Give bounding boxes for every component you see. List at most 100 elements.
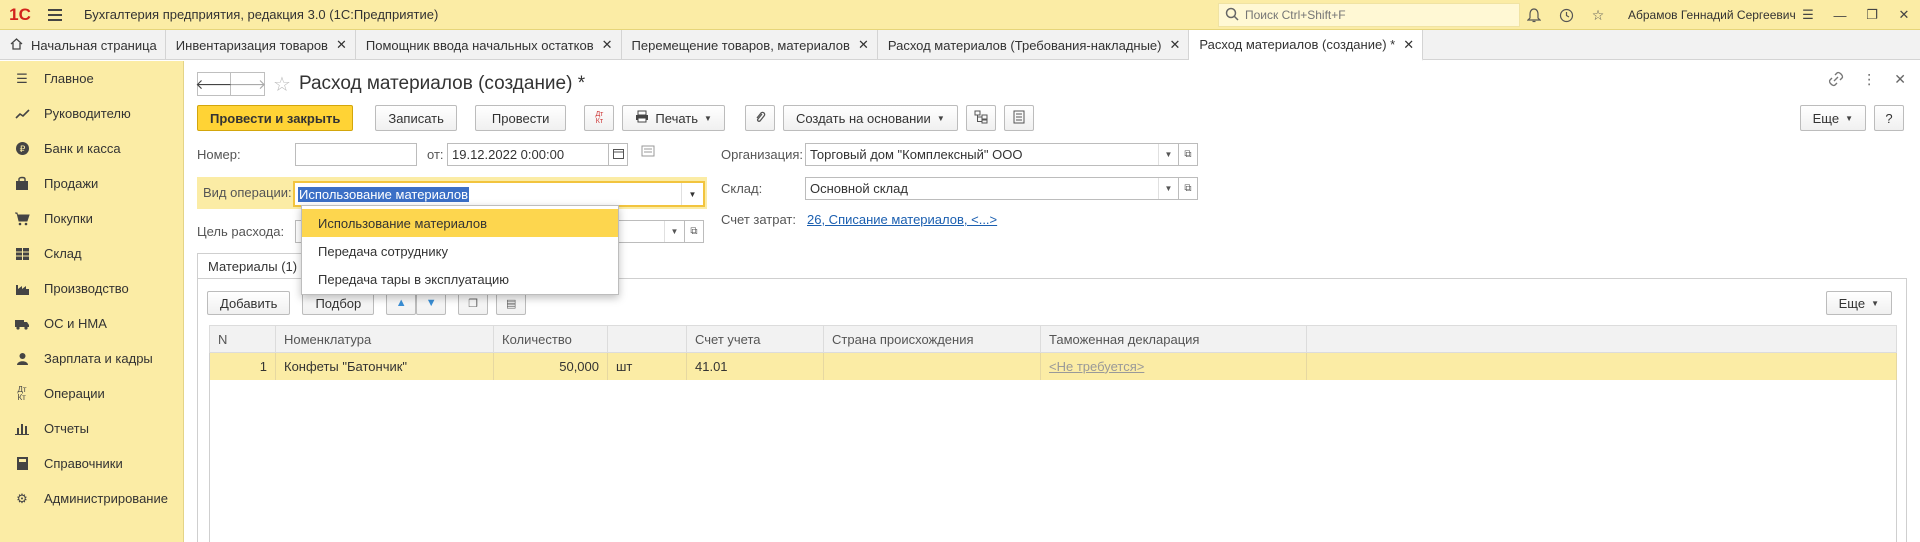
item-cell[interactable]: Конфеты "Батончик" [275,352,494,380]
chevron-down-icon[interactable]: ▼ [1158,178,1178,199]
date-field[interactable]: 19.12.2022 0:00:00 [447,143,609,166]
sidebar-item-fixed-assets[interactable]: ОС и НМА [0,306,183,341]
column-header[interactable]: Количество [493,325,608,353]
customs-cell[interactable]: <Не требуется> [1040,352,1307,380]
close-tab-icon[interactable]: ✕ [858,37,869,53]
number-field[interactable] [295,143,417,166]
search-input[interactable] [1245,8,1505,22]
tab-material-requisitions[interactable]: Расход материалов (Требования-накладные)… [878,30,1190,60]
sidebar-item-reports[interactable]: Отчеты [0,411,183,446]
tab-materials[interactable]: Материалы (1) [197,253,309,279]
warehouse-field[interactable]: Основной склад ▼ [805,177,1179,200]
app-logo: 1С [9,4,31,24]
chevron-down-icon[interactable]: ▼ [1158,144,1178,165]
calendar-icon [612,148,624,162]
purpose-open-button[interactable]: ⧉ [684,220,704,243]
tab-goods-transfer[interactable]: Перемещение товаров, материалов ✕ [622,30,878,60]
more-actions-icon[interactable]: ⋮ [1862,71,1876,90]
organization-open-button[interactable]: ⧉ [1178,143,1198,166]
column-header[interactable]: Таможенная декларация [1040,325,1307,353]
search-box[interactable] [1218,3,1520,27]
unit-cell[interactable]: шт [607,352,687,380]
dropdown-option[interactable]: Передача сотруднику [302,237,618,265]
quantity-cell[interactable]: 50,000 [493,352,608,380]
favorites-star-icon[interactable]: ☆ [1589,6,1607,24]
sidebar-item-directories[interactable]: Справочники [0,446,183,481]
sidebar-item-operations[interactable]: Дт Кт Операции [0,376,183,411]
operation-type-field[interactable]: Использование материалов ▼ [293,181,705,207]
minimize-icon[interactable]: — [1824,8,1856,23]
back-button[interactable]: 🡐 [195,72,233,96]
add-row-button[interactable]: Добавить [207,291,291,315]
comment-icon[interactable] [641,145,655,160]
tab-material-consumption-new[interactable]: Расход материалов (создание) * ✕ [1189,30,1424,61]
history-icon[interactable] [1557,6,1575,24]
sidebar-item-manager[interactable]: Руководителю [0,96,183,131]
help-button[interactable]: ? [1874,105,1904,131]
sidebar-item-bank[interactable]: ₽ Банк и касса [0,131,183,166]
dropdown-option[interactable]: Использование материалов [302,209,618,237]
attach-button[interactable] [744,105,775,131]
favorite-star-icon[interactable]: ☆ [273,72,291,97]
sidebar-item-purchases[interactable]: Покупки [0,201,183,236]
sidebar-item-payroll[interactable]: Зарплата и кадры [0,341,183,376]
warehouse-open-button[interactable]: ⧉ [1178,177,1198,200]
close-tab-icon[interactable]: ✕ [1403,37,1414,53]
more-button[interactable]: Еще ▼ [1799,105,1866,131]
sidebar-item-label: Руководителю [44,106,131,121]
sidebar-item-warehouse[interactable]: Склад [0,236,183,271]
sidebar-item-label: ОС и НМА [44,316,107,331]
sidebar-item-label: Главное [44,71,94,86]
truck-icon [14,316,30,332]
menu-icon[interactable] [40,0,70,30]
print-button[interactable]: Печать ▼ [622,105,725,131]
restore-icon[interactable]: ❐ [1856,7,1888,23]
list-icon: ☰ [16,70,28,86]
close-form-icon[interactable]: ✕ [1894,71,1906,90]
sidebar-item-main[interactable]: ☰ Главное [0,61,183,96]
table-more-button[interactable]: Еще ▼ [1825,291,1892,315]
close-window-icon[interactable]: ✕ [1888,7,1920,23]
account-cell[interactable]: 41.01 [686,352,824,380]
close-tab-icon[interactable]: ✕ [336,37,347,53]
chevron-down-icon[interactable]: ▼ [681,183,703,205]
close-tab-icon[interactable]: ✕ [1170,37,1181,53]
cost-account-link[interactable]: 26, Списание материалов, <...> [807,212,997,227]
dropdown-option[interactable]: Передача тары в эксплуатацию [302,265,618,293]
post-button[interactable]: Провести [474,105,567,131]
sidebar-item-sales[interactable]: Продажи [0,166,183,201]
structure-button[interactable] [965,105,996,131]
table-icon: ▤ [506,297,517,310]
document-button[interactable] [1003,105,1034,131]
close-tab-icon[interactable]: ✕ [602,37,613,53]
save-button[interactable]: Записать [375,105,457,131]
tab-home[interactable]: Начальная страница [0,30,166,60]
trend-icon [14,106,30,122]
forward-button[interactable]: 🡒 [229,72,266,96]
tab-inventory[interactable]: Инвентаризация товаров ✕ [166,30,356,60]
organization-label: Организация: [721,147,804,162]
column-header[interactable]: N [209,325,276,353]
chevron-down-icon[interactable]: ▼ [664,221,684,242]
sidebar-item-production[interactable]: Производство [0,271,183,306]
column-header[interactable]: Номенклатура [275,325,494,353]
column-header[interactable]: Счет учета [686,325,824,353]
link-icon[interactable] [1828,71,1844,90]
country-cell[interactable] [823,352,1041,380]
table-row[interactable]: 1 Конфеты "Батончик" 50,000 шт 41.01 <Не… [209,352,1897,380]
dt-kt-button[interactable]: Дт Кт [584,105,615,131]
sidebar-item-admin[interactable]: ⚙ Администрирование [0,481,183,516]
open-tabs-bar: Начальная страница Инвентаризация товаро… [0,30,1920,61]
calendar-button[interactable] [608,143,628,166]
user-name[interactable]: Абрамов Геннадий Сергеевич [1628,0,1796,30]
settings-menu-icon[interactable]: ☰ [1792,7,1824,23]
bell-icon[interactable] [1525,6,1543,24]
organization-field[interactable]: Торговый дом "Комплексный" ООО ▼ [805,143,1179,166]
post-and-close-button[interactable]: Провести и закрыть [197,105,354,131]
tab-opening-balances[interactable]: Помощник ввода начальных остатков ✕ [356,30,622,60]
arrow-down-icon: ▼ [425,297,437,309]
cost-account-label: Счет затрат: [721,212,796,227]
column-header[interactable]: Страна происхождения [823,325,1041,353]
document-icon [1013,110,1025,127]
create-based-on-button[interactable]: Создать на основании ▼ [782,105,958,131]
